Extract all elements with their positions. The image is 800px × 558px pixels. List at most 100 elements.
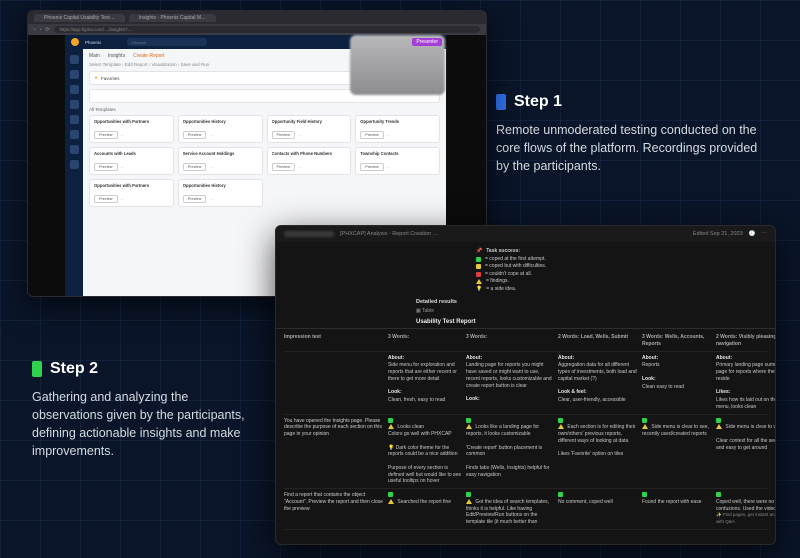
sidebar-icon[interactable] bbox=[70, 85, 79, 94]
status-green-icon bbox=[558, 418, 563, 423]
forward-icon[interactable]: › bbox=[40, 27, 42, 33]
legend-yellow: = coped but with difficulties. bbox=[485, 263, 546, 271]
sidebar-icon[interactable] bbox=[70, 70, 79, 79]
more-icon[interactable]: ⋯ bbox=[209, 165, 213, 170]
template-card-title: Opportunities History bbox=[183, 183, 258, 188]
step1-title: Step 1 bbox=[514, 93, 562, 111]
more-icon[interactable]: ⋯ bbox=[209, 133, 213, 138]
clock-icon: 🕘 bbox=[749, 231, 756, 237]
status-green-icon bbox=[466, 418, 471, 423]
template-card-title: Service Account Holdings bbox=[183, 151, 258, 156]
usability-table: Impression test 3 Words: 3 Words: 2 Word… bbox=[276, 331, 775, 538]
col-p4: 3 Words: Wells, Accounts, Reports bbox=[642, 334, 712, 348]
col-p2: 3 Words: bbox=[466, 334, 554, 348]
preview-button[interactable]: Preview bbox=[360, 131, 384, 139]
more-icon[interactable]: ⋯ bbox=[121, 197, 125, 202]
browser-tab-strip: Phoenix Capital Usability Test… Insights… bbox=[28, 11, 486, 24]
tab-main[interactable]: Main bbox=[89, 53, 100, 59]
col-question: Impression test bbox=[284, 334, 384, 348]
sidebar-icon[interactable] bbox=[70, 115, 79, 124]
template-card[interactable]: Opportunities History Preview⋯ bbox=[178, 179, 263, 207]
legend-red: = couldn't cope at all. bbox=[485, 271, 532, 279]
finding-icon bbox=[388, 424, 394, 429]
legend-yellow-icon bbox=[476, 264, 481, 269]
preview-button[interactable]: Preview bbox=[183, 195, 207, 203]
reload-icon[interactable]: ⟳ bbox=[45, 27, 49, 33]
col-p3: 2 Words: Load, Wells, Submit bbox=[558, 334, 638, 348]
browser-tab-2[interactable]: Insights · Phoenix Capital M… bbox=[129, 14, 216, 22]
preview-button[interactable]: Preview bbox=[272, 131, 296, 139]
status-green-icon bbox=[642, 418, 647, 423]
template-card[interactable]: Opportunities with Partners Preview⋯ bbox=[89, 179, 174, 207]
legend-red-icon bbox=[476, 272, 481, 277]
preview-button[interactable]: Preview bbox=[272, 163, 296, 171]
sidebar-icon[interactable] bbox=[70, 55, 79, 64]
address-bar[interactable]: https://app.figma.com/…/insights?… bbox=[54, 26, 480, 33]
status-green-icon bbox=[716, 418, 721, 423]
presenter-badge: Presenter bbox=[412, 38, 442, 46]
col-p1: 3 Words: bbox=[388, 334, 462, 348]
status-green-icon bbox=[388, 418, 393, 423]
more-icon[interactable]: ⋯ bbox=[298, 165, 302, 170]
preview-button[interactable]: Preview bbox=[94, 195, 118, 203]
more-icon[interactable]: ⋯ bbox=[209, 197, 213, 202]
finding-icon bbox=[716, 424, 722, 429]
legend-header: Task success: bbox=[486, 248, 520, 256]
legend-bulb: = a side idea. bbox=[486, 286, 516, 294]
step2-block: Step 2 Gathering and analyzing the obser… bbox=[32, 360, 257, 461]
legend-green-icon bbox=[476, 257, 481, 262]
template-card[interactable]: Accounts with LeadsPreview⋯ bbox=[89, 147, 174, 175]
template-card[interactable]: Township Contacts Preview⋯ bbox=[355, 147, 440, 175]
search-input[interactable]: ⌕ Search bbox=[127, 38, 207, 46]
browser-tab-1[interactable]: Phoenix Capital Usability Test… bbox=[34, 14, 125, 22]
step1-bullet bbox=[496, 94, 506, 110]
preview-button[interactable]: Preview bbox=[183, 131, 207, 139]
more-icon[interactable]: ⋯ bbox=[387, 133, 391, 138]
col-p5: 2 Words: Visibly pleasing navigation bbox=[716, 334, 776, 348]
more-icon[interactable]: ⋯ bbox=[121, 165, 125, 170]
tab-create-report[interactable]: Create Report bbox=[133, 53, 164, 59]
more-icon[interactable]: ⋯ bbox=[387, 165, 391, 170]
template-card-title: Opportunities with Partners bbox=[94, 119, 169, 124]
preview-button[interactable]: Preview bbox=[94, 163, 118, 171]
template-card[interactable]: Opportunity Field History Preview⋯ bbox=[267, 115, 352, 143]
favorites-label: Favorites bbox=[101, 76, 120, 81]
table-tab[interactable]: Table bbox=[422, 308, 434, 314]
template-card[interactable]: Contacts with Phone NumbersPreview⋯ bbox=[267, 147, 352, 175]
doc-titlebar: [PHXCAP] Analysis - Report Creation … Ed… bbox=[276, 226, 775, 242]
video-letterbox-left bbox=[28, 35, 65, 296]
template-card[interactable]: Opportunities with Partners Preview⋯ bbox=[89, 115, 174, 143]
sidebar-icon[interactable] bbox=[70, 160, 79, 169]
status-green-icon bbox=[388, 492, 393, 497]
doc-edited-label: Edited Sep 21, 2023 bbox=[693, 231, 743, 237]
template-card[interactable]: Opportunities HistoryPreview⋯ bbox=[178, 115, 263, 143]
template-card-title: Opportunities with Partners bbox=[94, 183, 169, 188]
preview-button[interactable]: Preview bbox=[94, 131, 118, 139]
template-card[interactable]: Opportunity Trends Preview⋯ bbox=[355, 115, 440, 143]
template-card-title: Opportunity Trends bbox=[360, 119, 435, 124]
back-icon[interactable]: ‹ bbox=[34, 27, 36, 33]
browser-toolbar: ‹ › ⟳ https://app.figma.com/…/insights?… bbox=[28, 24, 486, 35]
idea-icon: 💡 bbox=[388, 445, 394, 451]
search-placeholder: Search bbox=[134, 40, 147, 45]
step2-title: Step 2 bbox=[50, 360, 98, 378]
more-icon[interactable]: ⋯ bbox=[298, 133, 302, 138]
legend-tri: = findings. bbox=[486, 278, 509, 286]
doc-title: [PHXCAP] Analysis - Report Creation … bbox=[340, 231, 438, 237]
sidebar-icon[interactable] bbox=[70, 130, 79, 139]
template-card-title: Township Contacts bbox=[360, 151, 435, 156]
finding-icon bbox=[642, 424, 648, 429]
finding-icon bbox=[466, 424, 472, 429]
legend-triangle-icon bbox=[476, 279, 482, 284]
more-icon[interactable]: ⋯ bbox=[762, 231, 768, 237]
table-row: You have opened the Insights page. Pleas… bbox=[284, 415, 767, 490]
sidebar-icon[interactable] bbox=[70, 100, 79, 109]
preview-button[interactable]: Preview bbox=[183, 163, 207, 171]
more-icon[interactable]: ⋯ bbox=[121, 133, 125, 138]
sidebar-icon[interactable] bbox=[70, 145, 79, 154]
template-card[interactable]: Service Account Holdings Preview⋯ bbox=[178, 147, 263, 175]
preview-button[interactable]: Preview bbox=[360, 163, 384, 171]
tab-insights[interactable]: Insights bbox=[108, 53, 125, 59]
template-card-title: Opportunity Field History bbox=[272, 119, 347, 124]
step1-block: Step 1 Remote unmoderated testing conduc… bbox=[496, 93, 761, 175]
